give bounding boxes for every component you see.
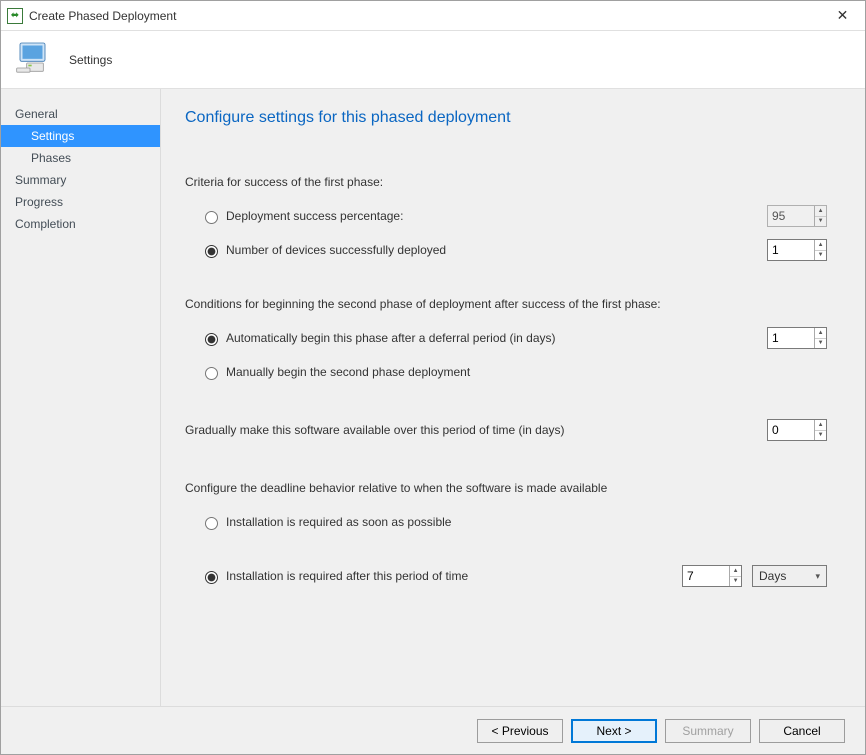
spinner-arrows: ▲▼: [814, 206, 826, 226]
label-auto-begin[interactable]: Automatically begin this phase after a d…: [226, 331, 682, 345]
arrow-up-icon[interactable]: ▲: [815, 240, 826, 251]
row-auto-begin: Automatically begin this phase after a d…: [200, 325, 827, 351]
arrow-down-icon[interactable]: ▼: [815, 431, 826, 441]
label-success-percentage[interactable]: Deployment success percentage:: [226, 209, 682, 223]
sidebar-item-phases[interactable]: Phases: [1, 147, 160, 169]
wizard-footer: < Previous Next > Summary Cancel: [1, 706, 865, 754]
spinner-arrows[interactable]: ▲▼: [729, 566, 741, 586]
select-time-unit[interactable]: Days ▾: [752, 565, 827, 587]
computer-icon: [15, 38, 55, 81]
header-page-name: Settings: [69, 53, 112, 67]
radio-device-count[interactable]: [205, 245, 218, 258]
wizard-sidebar: General Settings Phases Summary Progress…: [1, 89, 161, 706]
window-title: Create Phased Deployment: [29, 9, 176, 23]
spinner-arrows[interactable]: ▲▼: [814, 328, 826, 348]
arrow-up-icon[interactable]: ▲: [815, 420, 826, 431]
spinner-success-percentage: ▲▼: [767, 205, 827, 227]
input-gradual-days[interactable]: [768, 420, 814, 440]
select-time-unit-value: Days: [759, 569, 786, 583]
radio-install-after[interactable]: [205, 571, 218, 584]
wizard-body: General Settings Phases Summary Progress…: [1, 89, 865, 706]
label-device-count[interactable]: Number of devices successfully deployed: [226, 243, 682, 257]
radio-install-asap[interactable]: [205, 517, 218, 530]
titlebar: ⬌ Create Phased Deployment ✕: [1, 1, 865, 31]
input-install-after[interactable]: [683, 566, 729, 586]
arrow-up-icon[interactable]: ▲: [815, 328, 826, 339]
input-deferral-days[interactable]: [768, 328, 814, 348]
input-device-count[interactable]: [768, 240, 814, 260]
next-button[interactable]: Next >: [571, 719, 657, 743]
label-install-asap[interactable]: Installation is required as soon as poss…: [226, 515, 827, 529]
row-gradual: Gradually make this software available o…: [185, 419, 827, 441]
arrow-down-icon: ▼: [815, 217, 826, 227]
label-install-after[interactable]: Installation is required after this peri…: [226, 569, 672, 583]
wizard-header: Settings: [1, 31, 865, 89]
sidebar-item-completion[interactable]: Completion: [1, 213, 160, 235]
gradual-label: Gradually make this software available o…: [185, 423, 682, 437]
sidebar-item-progress[interactable]: Progress: [1, 191, 160, 213]
summary-button: Summary: [665, 719, 751, 743]
label-manual-begin[interactable]: Manually begin the second phase deployme…: [226, 365, 827, 379]
conditions-label: Conditions for beginning the second phas…: [185, 297, 827, 311]
row-device-count: Number of devices successfully deployed …: [200, 237, 827, 263]
spinner-deferral-days[interactable]: ▲▼: [767, 327, 827, 349]
arrow-down-icon[interactable]: ▼: [815, 339, 826, 349]
radio-manual-begin[interactable]: [205, 367, 218, 380]
cancel-button[interactable]: Cancel: [759, 719, 845, 743]
radio-success-percentage[interactable]: [205, 211, 218, 224]
spinner-device-count[interactable]: ▲▼: [767, 239, 827, 261]
wizard-window: ⬌ Create Phased Deployment ✕ Settings Ge…: [0, 0, 866, 755]
row-install-after: Installation is required after this peri…: [200, 563, 827, 589]
arrow-down-icon[interactable]: ▼: [730, 577, 741, 587]
sidebar-item-settings[interactable]: Settings: [1, 125, 160, 147]
spinner-install-after[interactable]: ▲▼: [682, 565, 742, 587]
app-icon: ⬌: [7, 8, 23, 24]
sidebar-item-general[interactable]: General: [1, 103, 160, 125]
spinner-gradual-days[interactable]: ▲▼: [767, 419, 827, 441]
row-manual-begin: Manually begin the second phase deployme…: [200, 359, 827, 385]
arrow-up-icon[interactable]: ▲: [730, 566, 741, 577]
row-install-asap: Installation is required as soon as poss…: [200, 509, 827, 535]
spinner-arrows[interactable]: ▲▼: [814, 420, 826, 440]
arrow-up-icon: ▲: [815, 206, 826, 217]
page-heading: Configure settings for this phased deplo…: [185, 109, 827, 127]
row-success-percentage: Deployment success percentage: ▲▼: [200, 203, 827, 229]
arrow-down-icon[interactable]: ▼: [815, 251, 826, 261]
sidebar-item-summary[interactable]: Summary: [1, 169, 160, 191]
chevron-down-icon: ▾: [815, 571, 820, 582]
criteria-label: Criteria for success of the first phase:: [185, 175, 827, 189]
previous-button[interactable]: < Previous: [477, 719, 563, 743]
radio-auto-begin[interactable]: [205, 333, 218, 346]
close-button[interactable]: ✕: [820, 1, 865, 31]
spinner-arrows[interactable]: ▲▼: [814, 240, 826, 260]
wizard-main: Configure settings for this phased deplo…: [161, 89, 865, 706]
deadline-label: Configure the deadline behavior relative…: [185, 481, 827, 495]
input-success-percentage: [768, 206, 814, 226]
